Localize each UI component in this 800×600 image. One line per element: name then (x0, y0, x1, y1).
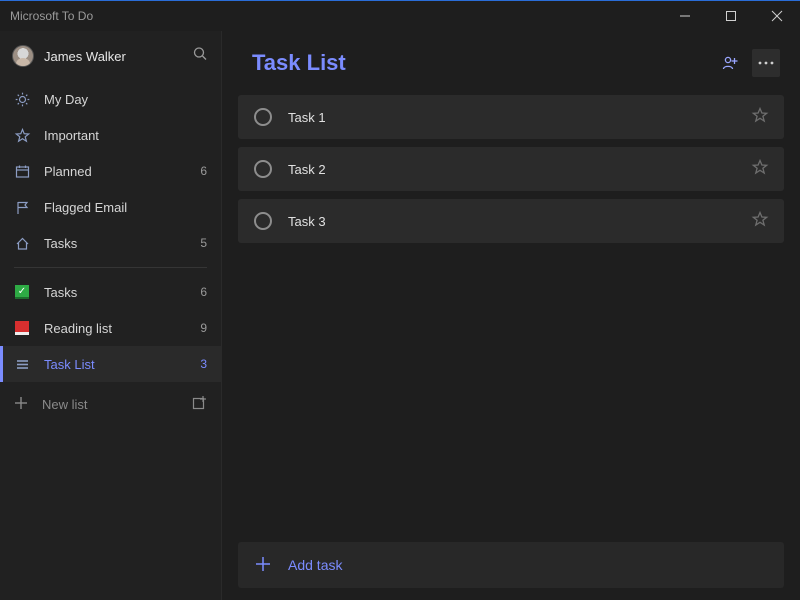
more-options-button[interactable] (752, 49, 780, 77)
task-row[interactable]: Task 2 (238, 147, 784, 191)
star-toggle[interactable] (752, 211, 768, 232)
sidebar-list-tasks[interactable]: ✓ Tasks 6 (0, 274, 221, 310)
task-label: Task 2 (288, 162, 736, 177)
window-title: Microsoft To Do (10, 9, 93, 23)
star-toggle[interactable] (752, 159, 768, 180)
list-icon (14, 357, 30, 372)
sun-icon (14, 92, 30, 107)
new-group-icon[interactable] (192, 395, 207, 413)
task-label: Task 3 (288, 214, 736, 229)
complete-toggle[interactable] (254, 212, 272, 230)
star-toggle[interactable] (752, 107, 768, 128)
sidebar-item-flagged-email[interactable]: Flagged Email (0, 189, 221, 225)
share-person-icon (722, 55, 738, 71)
complete-toggle[interactable] (254, 160, 272, 178)
sidebar-item-planned[interactable]: Planned 6 (0, 153, 221, 189)
task-row[interactable]: Task 1 (238, 95, 784, 139)
sidebar-item-label: Important (44, 128, 193, 143)
main-pane: Task List Task 1 Task 2 Task 3 (222, 31, 800, 600)
sidebar-item-count: 3 (200, 357, 207, 371)
sidebar-item-label: My Day (44, 92, 193, 107)
sidebar-item-label: Tasks (44, 236, 186, 251)
divider (14, 267, 207, 268)
home-icon (14, 236, 30, 251)
sidebar: James Walker My Day Important Planned 6 Flag… (0, 31, 222, 600)
sidebar-list-reading-list[interactable]: Reading list 9 (0, 310, 221, 346)
add-task-row[interactable]: Add task (238, 542, 784, 588)
window-minimize-button[interactable] (662, 1, 708, 31)
calendar-icon (14, 164, 30, 179)
task-row[interactable]: Task 3 (238, 199, 784, 243)
ellipsis-icon (758, 61, 774, 65)
star-icon (14, 128, 30, 143)
checkbox-badge-icon: ✓ (14, 285, 30, 299)
add-task-label: Add task (288, 557, 342, 573)
sidebar-item-tasks[interactable]: Tasks 5 (0, 225, 221, 261)
sidebar-item-my-day[interactable]: My Day (0, 81, 221, 117)
sidebar-item-label: Planned (44, 164, 186, 179)
sidebar-item-count: 6 (200, 285, 207, 299)
red-badge-icon (14, 321, 30, 335)
sidebar-item-label: Flagged Email (44, 200, 193, 215)
sidebar-list-task-list[interactable]: Task List 3 (0, 346, 221, 382)
search-button[interactable] (193, 47, 207, 66)
profile-name: James Walker (44, 49, 126, 64)
window-titlebar: Microsoft To Do (0, 1, 800, 31)
profile-row[interactable]: James Walker (0, 31, 221, 81)
sidebar-item-label: Reading list (44, 321, 186, 336)
sidebar-item-label: Task List (44, 357, 186, 372)
new-list-label: New list (42, 397, 178, 412)
sidebar-item-label: Tasks (44, 285, 186, 300)
window-close-button[interactable] (754, 1, 800, 31)
share-list-button[interactable] (716, 49, 744, 77)
plus-icon (14, 396, 28, 413)
window-controls (662, 1, 800, 31)
page-title: Task List (252, 50, 716, 76)
plus-icon (256, 557, 270, 574)
new-list-row[interactable]: New list (0, 384, 221, 424)
sidebar-item-count: 9 (200, 321, 207, 335)
window-maximize-button[interactable] (708, 1, 754, 31)
star-icon (752, 107, 768, 123)
search-icon (193, 47, 207, 61)
task-label: Task 1 (288, 110, 736, 125)
sidebar-item-count: 5 (200, 236, 207, 250)
sidebar-item-count: 6 (200, 164, 207, 178)
complete-toggle[interactable] (254, 108, 272, 126)
sidebar-item-important[interactable]: Important (0, 117, 221, 153)
star-icon (752, 211, 768, 227)
avatar (12, 45, 34, 67)
star-icon (752, 159, 768, 175)
flag-icon (14, 200, 30, 215)
